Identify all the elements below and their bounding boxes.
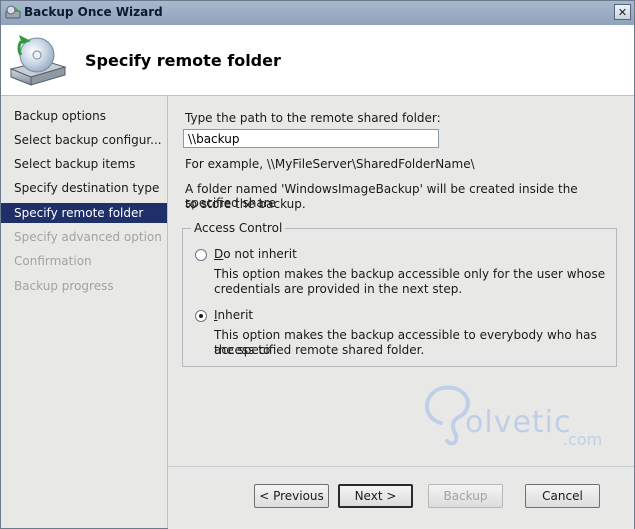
previous-button[interactable]: < Previous: [254, 484, 329, 508]
title-bar: Backup Once Wizard ✕: [1, 1, 634, 25]
do-not-inherit-radio[interactable]: [195, 249, 207, 261]
wizard-footer: < Previous Next > Backup Cancel: [168, 466, 634, 529]
remote-path-input[interactable]: [183, 129, 439, 148]
sidebar-item-select-backup-configuration[interactable]: Select backup configur...: [1, 130, 167, 150]
sidebar-item-confirmation: Confirmation: [14, 254, 92, 268]
page-title: Specify remote folder: [85, 51, 281, 70]
sidebar-item-select-backup-items[interactable]: Select backup items: [1, 154, 167, 174]
sidebar-item-backup-progress: Backup progress: [14, 279, 114, 293]
sidebar-item-specify-destination-type[interactable]: Specify destination type: [1, 178, 167, 198]
inherit-desc-line2: the specified remote shared folder.: [214, 343, 425, 357]
inherit-radio[interactable]: [195, 310, 207, 322]
inherit-label[interactable]: Inherit: [214, 308, 253, 322]
backup-app-icon: [5, 5, 21, 19]
next-button[interactable]: Next >: [338, 484, 413, 508]
sidebar-item-specify-advanced-option: Specify advanced option: [14, 230, 162, 244]
window-title: Backup Once Wizard: [24, 5, 163, 19]
do-not-inherit-desc-line1: This option makes the backup accessible …: [214, 267, 606, 281]
path-example-text: For example, \\MyFileServer\SharedFolder…: [185, 157, 475, 171]
close-icon: ✕: [617, 6, 628, 19]
watermark-suffix: .com: [563, 430, 603, 449]
backup-button: Backup: [428, 484, 503, 508]
close-button[interactable]: ✕: [614, 4, 631, 20]
access-control-group: Access Control Do not inherit This optio…: [182, 221, 617, 367]
cancel-button[interactable]: Cancel: [525, 484, 600, 508]
backup-drive-icon: [9, 35, 67, 86]
wizard-header: Specify remote folder: [1, 25, 634, 96]
path-prompt-label: Type the path to the remote shared folde…: [185, 111, 441, 125]
sidebar-item-backup-options[interactable]: Backup options: [1, 106, 167, 126]
radio-selected-dot: [199, 314, 203, 318]
wizard-window: Backup Once Wizard ✕ Specify remote fold…: [0, 0, 635, 529]
watermark-text: olvetic: [465, 405, 572, 440]
do-not-inherit-desc-line2: credentials are provided in the next ste…: [214, 282, 463, 296]
wizard-steps-sidebar: Backup options Select backup configur...…: [1, 96, 168, 528]
folder-note-line2: to store the backup.: [185, 197, 306, 211]
access-control-legend: Access Control: [191, 221, 286, 235]
sidebar-item-specify-remote-folder[interactable]: Specify remote folder: [1, 203, 167, 223]
do-not-inherit-label[interactable]: Do not inherit: [214, 247, 297, 261]
